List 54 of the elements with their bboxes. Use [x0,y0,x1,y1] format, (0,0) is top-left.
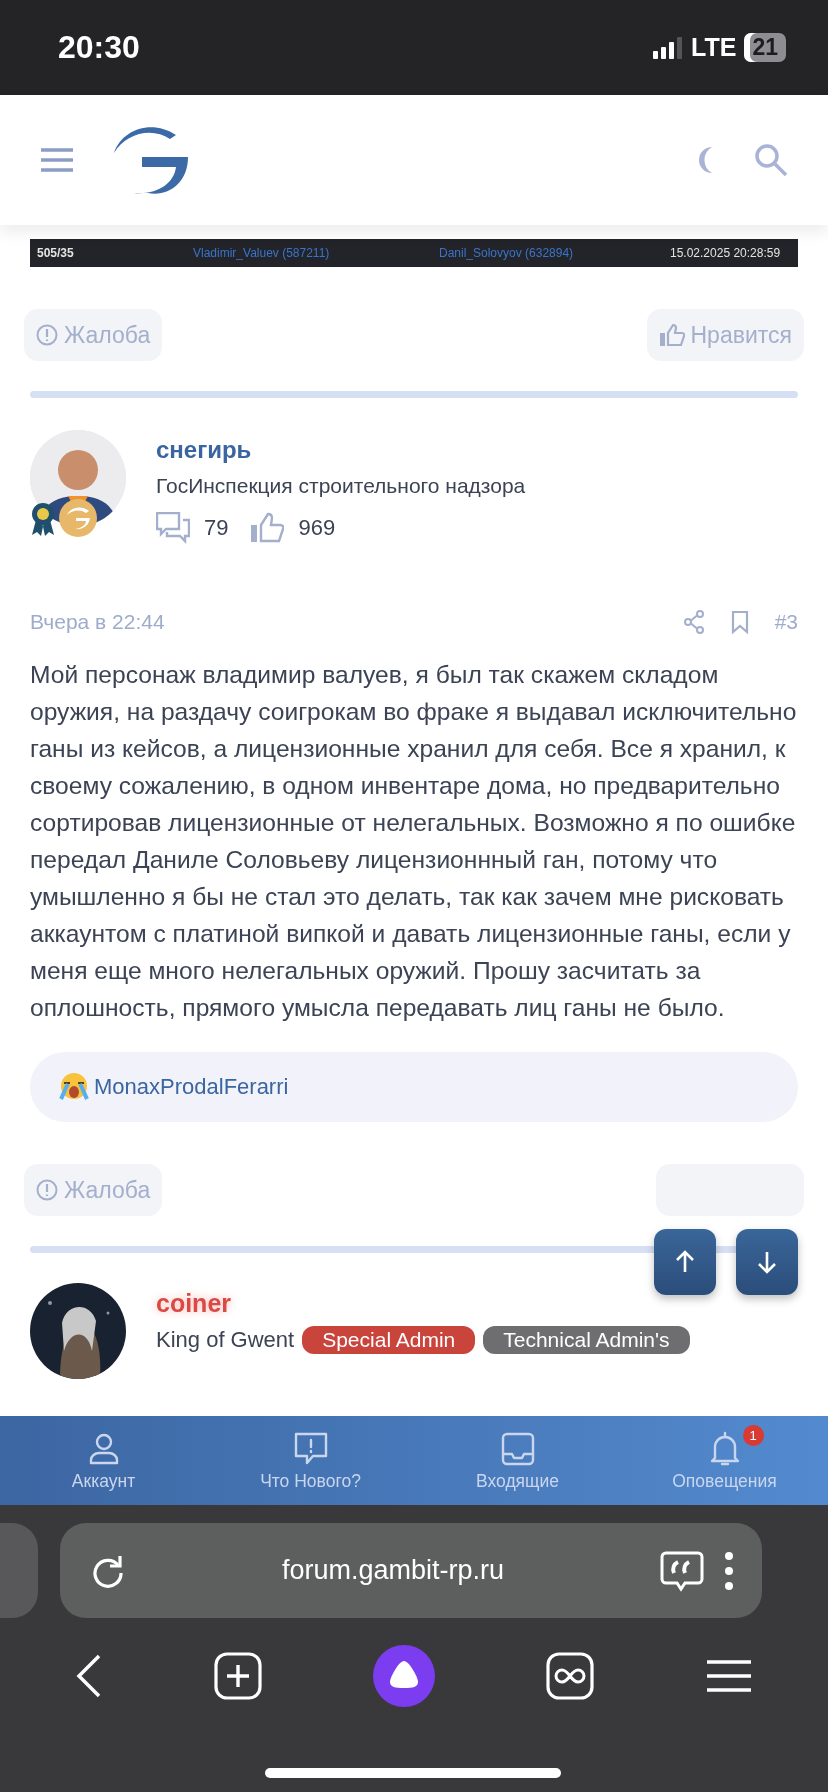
message-count: 79 [204,515,229,541]
post-text: Мой персонаж владимир валуев, я был так скажем складом оружия, на раздачу соигрокам во фраке я выдавал исключительно ганы из кейсов, а лицензионные хранил для себя. Все я хранил, к своему сожалению, в одном инвентаре дома, но предварительно сортировав лицензионные от нелегальных. Возможно я по ошибке передал Даниле Соловьеву лицензионнный ган, потому что умышленно я бы не стал это делать, так как зачем мне рисковать аккаунтом с платиной випкой и давать лицензионные ганы, если у меня еще много нелегальных оружий. Прошу засчитать за оплошность, прямого умысла передавать лиц ганы не было. [30,660,798,1023]
info-icon [36,1179,58,1201]
infinity-icon [545,1652,594,1700]
username[interactable]: снегирь [156,436,252,464]
scroll-up-button[interactable] [654,1229,716,1295]
user-title: ГосИнспекция строительного надзора [156,474,526,498]
post-number[interactable]: #3 [774,610,798,634]
arrow-up-icon [674,1250,696,1274]
report-button[interactable]: Жалоба [24,1164,163,1216]
g-badge-icon [58,498,98,538]
like-count: 969 [298,515,336,541]
ribbon-icon [30,502,56,536]
nav-tab[interactable]: Что Нового? [207,1429,414,1492]
share-icon [682,610,705,634]
role-tag: Special Admin [302,1326,476,1354]
menu-icon [40,147,74,173]
nav-tab[interactable]: Аккаунт [0,1429,207,1492]
messages-icon [156,512,190,544]
reaction-user[interactable]: MonaxProdalFerarri [94,1074,289,1100]
log-cell-text: 505/35 [36,246,75,260]
report-button[interactable]: Жалоба [24,309,163,361]
address-bar[interactable]: forum.gambit-rp.ru [60,1523,762,1618]
nav-tab[interactable]: Входящие [414,1429,621,1492]
info-icon [36,324,58,346]
reaction-bar[interactable]: MonaxProdalFerarri [30,1052,798,1122]
user-title: King of Gwent [156,1327,295,1353]
log-link[interactable]: Danil_Solovyov (632894) [432,246,663,260]
search-icon [754,143,788,177]
more-icon [724,1550,734,1591]
arrow-down-icon [756,1250,778,1274]
assistant-icon [373,1645,435,1707]
battery-level: 21 [744,33,786,62]
username[interactable]: coiner [156,1289,232,1318]
clock: 20:30 [58,29,140,66]
crying-face-icon [58,1071,90,1103]
signal-icon [653,36,684,59]
role-tag: Technical Admin's [483,1326,690,1354]
like-button[interactable]: Нравится [646,309,804,361]
bookmark-icon [730,610,749,634]
tabs-button[interactable] [545,1652,594,1700]
menu-icon [704,1659,753,1693]
thumb-up-icon [658,323,685,347]
assistant-button[interactable] [373,1645,435,1707]
plus-icon [214,1652,263,1700]
log-link[interactable]: Vladimir_Valuev (587211) [186,246,432,260]
notification-badge: 1 [742,1425,764,1446]
thumb-up-icon [250,512,285,544]
new-tab-button[interactable] [214,1652,263,1700]
log-cell-text: 15.02.2025 20:28:59 [669,246,782,260]
post-date[interactable]: Вчера в 22:44 [30,610,657,634]
network-label: LTE [691,33,737,62]
scroll-down-button[interactable] [736,1229,798,1295]
url-text: forum.gambit-rp.ru [280,1555,506,1586]
